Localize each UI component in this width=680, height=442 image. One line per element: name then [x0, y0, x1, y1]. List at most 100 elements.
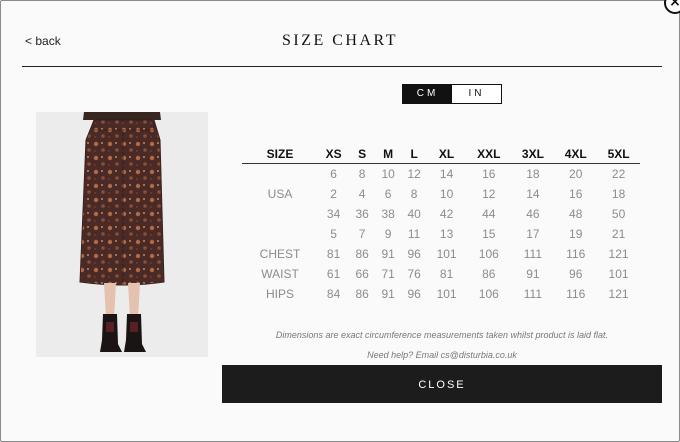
table-cell: 15	[482, 227, 496, 241]
table-cell: 111	[523, 287, 543, 301]
table-cell: 10	[439, 187, 454, 201]
table-cell: 8	[410, 187, 418, 201]
table-cell: 21	[611, 227, 626, 241]
modal-title: SIZE CHART	[281, 32, 399, 49]
table-cell: 106	[478, 287, 499, 301]
table-cell: 6	[330, 167, 337, 181]
table-cell: 18	[526, 167, 540, 181]
table-cell: 42	[439, 207, 454, 221]
table-cell: 7	[358, 227, 366, 241]
table-cell: 40	[407, 207, 421, 221]
table-cell: 121	[608, 287, 629, 301]
header-size: SIZE	[242, 145, 318, 164]
row-label	[242, 204, 318, 224]
header-xl: XL	[427, 145, 467, 164]
table-cell: 14	[439, 167, 454, 181]
table-row: HIPS 84 86 91 96 101 106 111 116 121	[242, 284, 640, 304]
header-4xl: 4XL	[554, 145, 598, 164]
table-cell: 86	[482, 267, 496, 281]
table-cell: 116	[566, 247, 586, 261]
size-table: SIZE XS S M L XL XXL 3XL 4XL 5XL 6 8 10 12 1…	[242, 145, 640, 304]
title-divider	[22, 66, 662, 67]
table-row: 34 36 38 40 42 44 46 48 50	[242, 204, 640, 224]
header-m: M	[375, 145, 402, 164]
table-cell: 10	[381, 167, 395, 181]
size-table-body: 6 8 10 12 14 16 18 20 22 USA 2 4 6 8 10 12 14 16 18 34 36 38 4…	[242, 164, 640, 305]
table-cell: 4	[358, 187, 366, 201]
product-image	[36, 112, 208, 357]
table-cell: 121	[608, 247, 629, 261]
table-cell: 111	[523, 247, 543, 261]
table-row: 6 8 10 12 14 16 18 20 22	[242, 164, 640, 185]
table-cell: 46	[526, 207, 540, 221]
table-cell: 22	[611, 167, 626, 181]
table-cell: 81	[439, 267, 454, 281]
table-cell: 91	[526, 267, 540, 281]
table-row: WAIST 61 66 71 76 81 86 91 96 101	[242, 264, 640, 284]
table-cell: 84	[326, 287, 341, 301]
table-cell: 20	[569, 167, 583, 181]
row-label	[242, 224, 318, 244]
table-cell: 101	[436, 287, 457, 301]
unit-cm-button[interactable]: CM	[403, 85, 452, 103]
table-cell: 13	[439, 227, 454, 241]
table-cell: 11	[407, 227, 421, 241]
table-cell: 101	[608, 267, 629, 281]
table-cell: 19	[569, 227, 583, 241]
unit-toggle: CM IN	[402, 84, 502, 104]
close-button[interactable]: CLOSE	[222, 365, 662, 403]
table-cell: 86	[355, 287, 369, 301]
table-cell: 71	[381, 267, 395, 281]
header-s: S	[349, 145, 376, 164]
table-cell: 44	[482, 207, 496, 221]
table-cell: 66	[355, 267, 369, 281]
table-cell: 116	[566, 287, 586, 301]
table-cell: 16	[482, 167, 496, 181]
header-l: L	[401, 145, 428, 164]
row-label: HIPS	[265, 287, 294, 301]
table-cell: 86	[355, 247, 369, 261]
header-xs: XS	[318, 145, 350, 164]
table-cell: 91	[381, 247, 395, 261]
table-cell: 8	[358, 167, 366, 181]
size-chart-modal: < back SIZE CHART CM IN SIZE XS S M L XL…	[0, 0, 680, 442]
table-cell: 17	[526, 227, 540, 241]
table-cell: 101	[436, 247, 457, 261]
skirt-model-illustration	[79, 112, 165, 352]
table-cell: 96	[407, 287, 421, 301]
row-label: USA	[267, 187, 293, 201]
table-cell: 81	[326, 247, 341, 261]
table-cell: 2	[330, 187, 337, 201]
table-cell: 6	[384, 187, 392, 201]
table-cell: 12	[407, 167, 421, 181]
table-cell: 50	[611, 207, 626, 221]
row-label	[242, 164, 318, 185]
table-row: 5 7 9 11 13 15 17 19 21	[242, 224, 640, 244]
unit-in-button[interactable]: IN	[452, 85, 501, 103]
table-cell: 34	[326, 207, 341, 221]
size-table-header-row: SIZE XS S M L XL XXL 3XL 4XL 5XL	[242, 145, 640, 164]
table-cell: 48	[569, 207, 583, 221]
header-3xl: 3XL	[511, 145, 555, 164]
table-cell: 38	[381, 207, 395, 221]
table-cell: 106	[478, 247, 499, 261]
header-5xl: 5XL	[597, 145, 640, 164]
table-cell: 61	[326, 267, 341, 281]
header-xxl: XXL	[466, 145, 512, 164]
table-cell: 96	[407, 247, 421, 261]
table-cell: 9	[384, 227, 392, 241]
table-cell: 18	[611, 187, 626, 201]
table-cell: 36	[355, 207, 369, 221]
row-label: CHEST	[259, 247, 301, 261]
table-cell: 16	[569, 187, 583, 201]
table-cell: 91	[381, 287, 395, 301]
table-cell: 76	[407, 267, 421, 281]
table-row: CHEST 81 86 91 96 101 106 111 116 121	[242, 244, 640, 264]
table-cell: 5	[330, 227, 337, 241]
dimensions-note: Dimensions are exact circumference measu…	[275, 330, 609, 340]
table-cell: 14	[526, 187, 540, 201]
table-cell: 96	[569, 267, 583, 281]
row-label: WAIST	[261, 267, 299, 281]
help-note: Need help? Email cs@disturbia.co.uk	[367, 350, 517, 360]
table-cell: 12	[482, 187, 496, 201]
